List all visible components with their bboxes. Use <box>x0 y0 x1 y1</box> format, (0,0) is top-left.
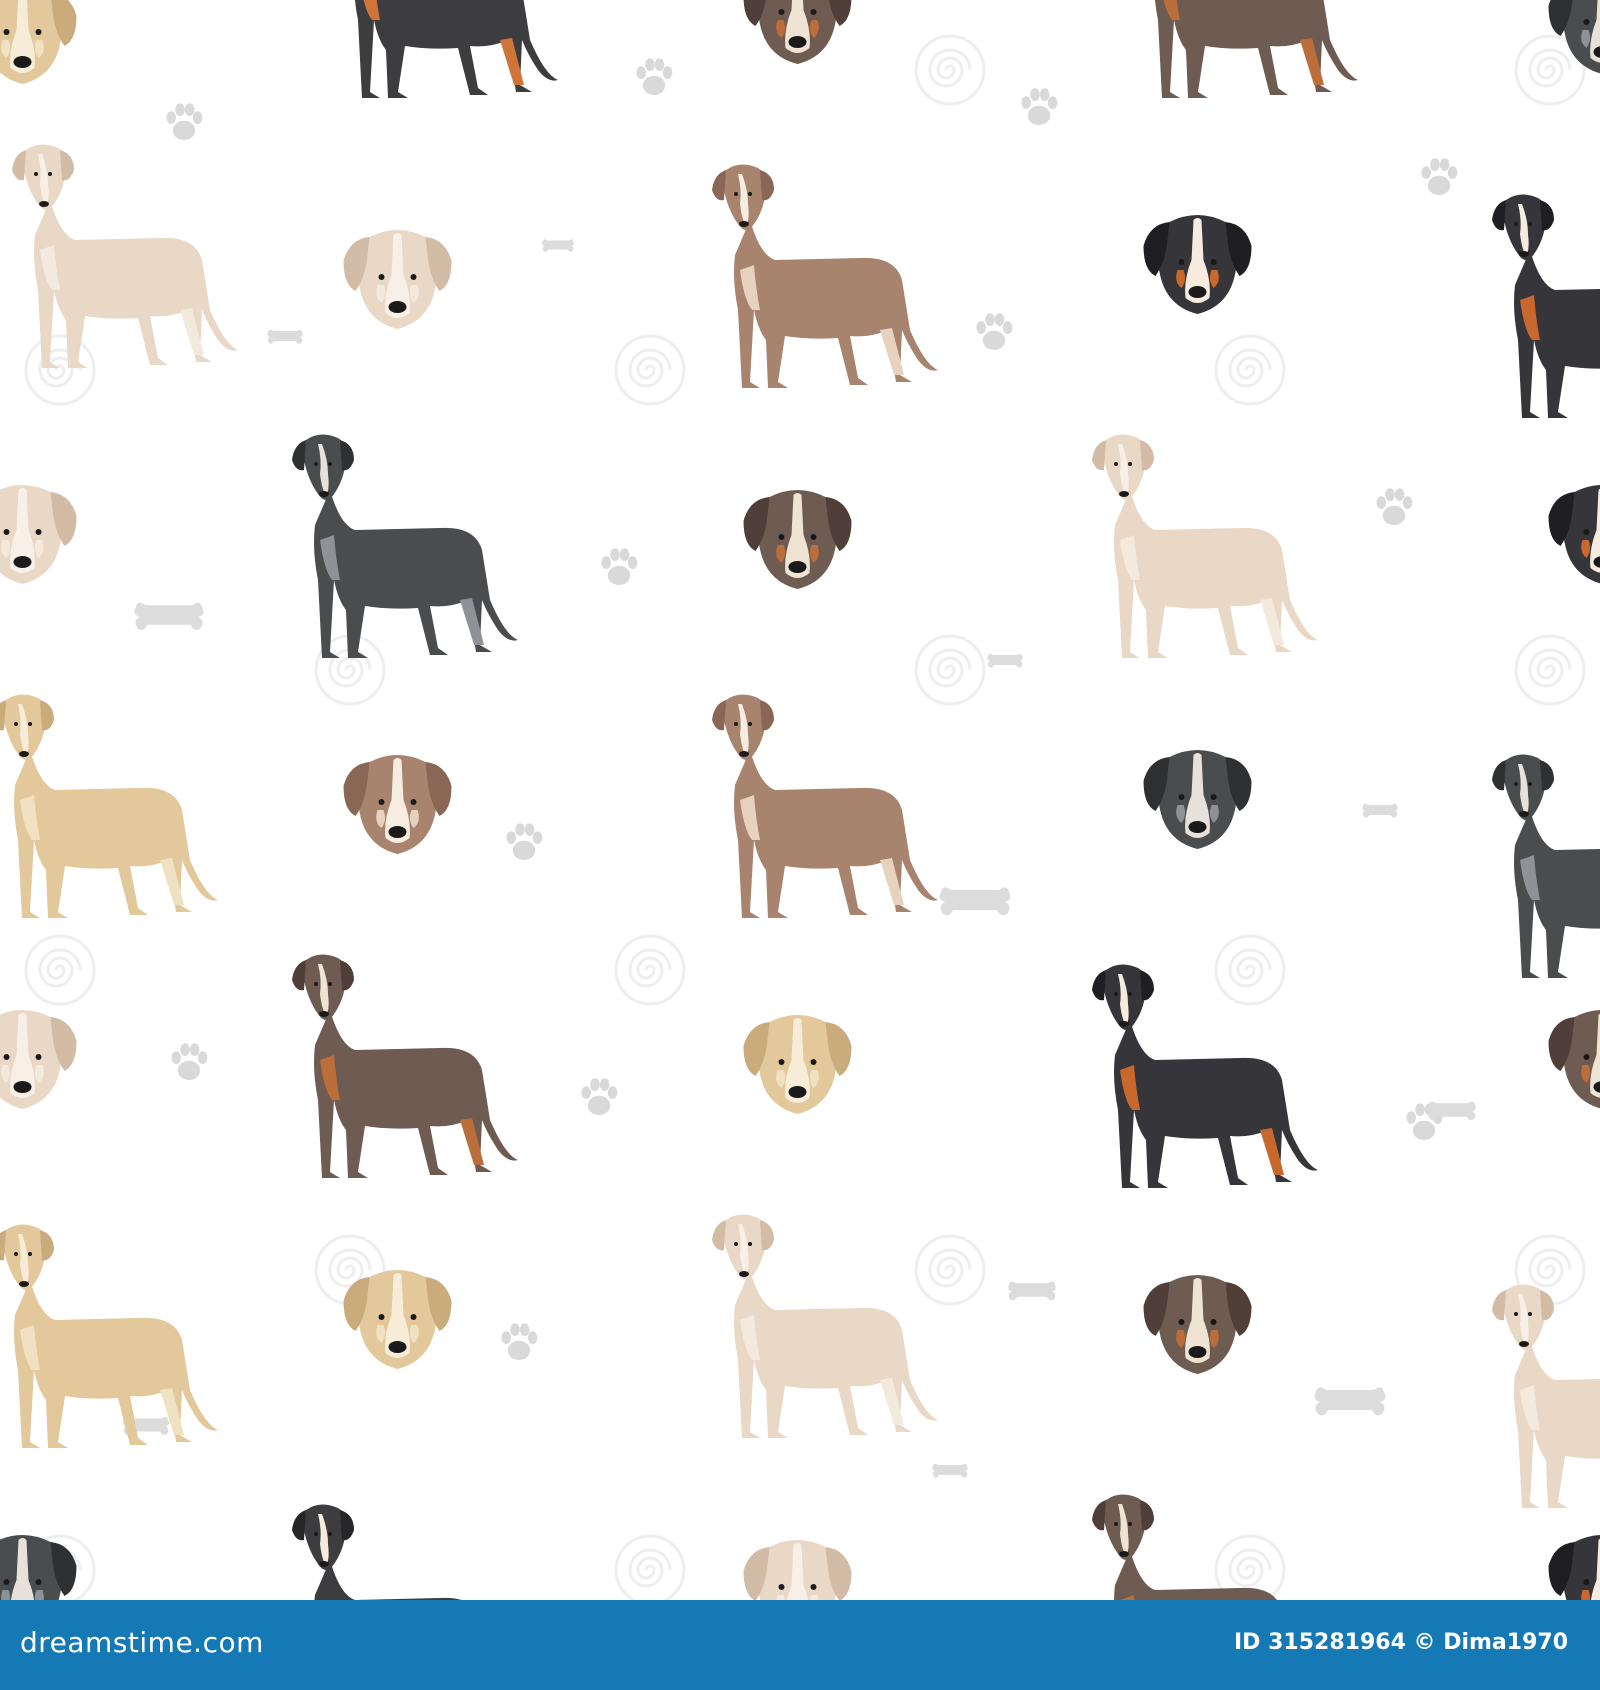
standing-dog <box>0 1224 218 1448</box>
standing-dog <box>712 1214 938 1438</box>
bone-icon <box>542 239 574 252</box>
dog-head-portrait <box>743 0 852 64</box>
watermark-swirl-icon <box>1514 634 1586 706</box>
watermark-swirl-icon <box>24 334 96 406</box>
dog-head-portrait <box>343 230 452 329</box>
dog-head-portrait <box>1143 1275 1252 1374</box>
dog-head-portrait <box>1548 1535 1600 1600</box>
dog-head-portrait <box>0 485 77 584</box>
dog-head-portrait <box>0 0 77 84</box>
bone-icon <box>987 653 1023 668</box>
watermark-swirl-icon <box>24 934 96 1006</box>
paw-print-icon <box>976 313 1013 350</box>
paw-print-icon <box>601 548 638 585</box>
standing-dog <box>292 434 518 658</box>
bone-icon <box>939 887 1011 916</box>
paw-print-icon <box>501 1323 538 1360</box>
bone-icon <box>1428 1101 1476 1121</box>
standing-dog <box>1092 434 1318 658</box>
standing-dog <box>12 144 238 368</box>
standing-dog <box>332 0 558 98</box>
image-credit: ID 315281964 © Dima1970 <box>1234 1630 1568 1655</box>
paw-print-icon <box>506 823 543 860</box>
watermark-swirl-icon <box>914 1234 986 1306</box>
dog-head-portrait <box>343 755 452 854</box>
standing-dog <box>712 164 938 388</box>
standing-dog <box>292 954 518 1178</box>
dog-head-portrait <box>743 1540 852 1600</box>
paw-print-icon <box>581 1078 618 1115</box>
standing-dog <box>1132 0 1358 98</box>
standing-dog <box>1492 754 1600 978</box>
dog-head-portrait <box>1143 750 1252 849</box>
watermark-swirl-icon <box>1214 334 1286 406</box>
standing-dog <box>712 694 938 918</box>
dog-breed-seamless-pattern: .b{fill:var(--b)} .d{fill:var(--d)} .l{f… <box>0 0 1600 1600</box>
standing-dog <box>1092 964 1318 1188</box>
watermark-swirl-icon <box>614 934 686 1006</box>
dog-head-portrait <box>1548 1010 1600 1109</box>
watermark-swirl-icon <box>614 1534 686 1600</box>
watermark-swirl-icon <box>1214 934 1286 1006</box>
standing-dog <box>1492 1284 1600 1508</box>
standing-dog <box>292 1504 518 1600</box>
bone-icon <box>1314 1387 1386 1416</box>
paw-print-icon <box>1021 88 1058 125</box>
bone-icon <box>267 329 303 344</box>
paw-print-icon <box>166 103 203 140</box>
dog-head-portrait <box>1143 215 1252 314</box>
site-logo[interactable]: dreamstime.com <box>20 1626 264 1659</box>
footer-bar: dreamstime.com ID 315281964 © Dima1970 <box>0 1600 1600 1690</box>
paw-print-icon <box>171 1043 208 1080</box>
watermark-swirl-icon <box>914 634 986 706</box>
dog-head-portrait <box>743 490 852 589</box>
bone-icon <box>134 602 204 630</box>
dog-head-portrait <box>343 1270 452 1369</box>
dogs-layer <box>0 0 1600 1600</box>
paw-print-icon <box>1421 158 1458 195</box>
paw-print-icon <box>636 58 673 95</box>
paw-print-icon <box>1376 488 1413 525</box>
watermark-swirl-icon <box>914 34 986 106</box>
dog-head-portrait <box>1548 485 1600 584</box>
dog-head-portrait <box>743 1015 852 1114</box>
standing-dog <box>0 694 218 918</box>
stock-image-preview: .b{fill:var(--b)} .d{fill:var(--d)} .l{f… <box>0 0 1600 1690</box>
dog-head-portrait <box>0 1535 77 1600</box>
bone-icon <box>932 1463 968 1478</box>
watermark-swirl-icon <box>614 334 686 406</box>
standing-dog <box>1092 1494 1318 1600</box>
dog-head-portrait <box>0 1010 77 1109</box>
bone-icon <box>1362 803 1398 818</box>
standing-dog <box>1492 194 1600 418</box>
bone-icon <box>1008 1281 1056 1301</box>
